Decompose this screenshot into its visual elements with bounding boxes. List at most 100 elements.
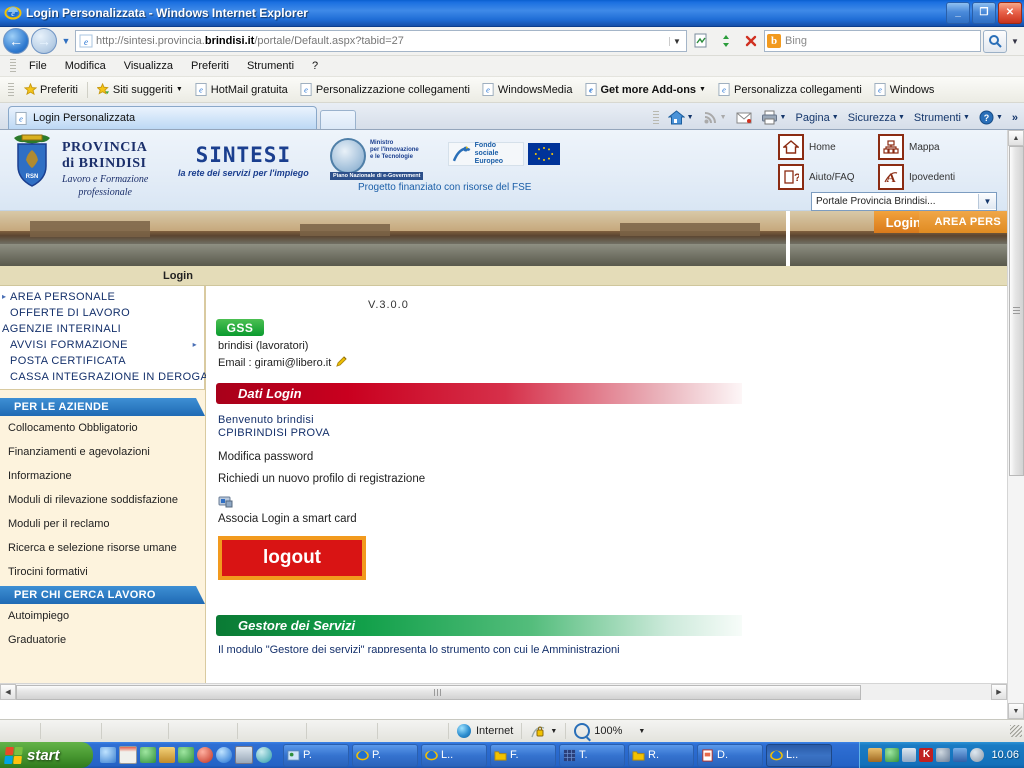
- maximize-button[interactable]: ❐: [972, 2, 996, 24]
- sidebar-link-ricerca-selezione[interactable]: Ricerca e selezione risorse umane: [0, 536, 205, 560]
- security-zone[interactable]: Internet: [449, 723, 523, 739]
- scroll-up-button[interactable]: ▲: [1008, 130, 1024, 146]
- sidebar-link-collocamento[interactable]: Collocamento Obbligatorio: [0, 416, 205, 440]
- start-button[interactable]: start: [0, 742, 93, 768]
- sidebar-item-offerte-di-lavoro[interactable]: OFFERTE DI LAVORO: [0, 305, 204, 321]
- link-associa-smartcard[interactable]: Associa Login a smart card: [218, 513, 357, 525]
- link-modifica-password[interactable]: Modifica password: [218, 451, 313, 463]
- zoom-control[interactable]: 100% ▼: [566, 723, 653, 739]
- tool-icon[interactable]: [159, 747, 175, 763]
- horizontal-scroll-thumb[interactable]: [16, 684, 861, 700]
- command-overflow-button[interactable]: »: [1008, 110, 1022, 126]
- phone-icon[interactable]: [178, 747, 194, 763]
- recent-pages-caret[interactable]: ▼: [59, 36, 73, 46]
- search-input[interactable]: b Bing: [764, 30, 981, 52]
- minimize-button[interactable]: _: [946, 2, 970, 24]
- window-icon[interactable]: [235, 746, 253, 764]
- topnav-ipovedenti[interactable]: A Ipovedenti: [878, 164, 960, 190]
- search-button[interactable]: [983, 29, 1007, 53]
- window-resize-grip[interactable]: [1010, 725, 1022, 737]
- back-button[interactable]: ←: [3, 28, 29, 54]
- sidebar-link-autoimpiego[interactable]: Autoimpiego: [0, 604, 205, 628]
- read-mail-button[interactable]: [732, 109, 756, 126]
- horizontal-scrollbar[interactable]: ◀ ▶: [0, 683, 1007, 700]
- sidebar-item-area-personale[interactable]: ▸ AREA PERSONALE: [0, 289, 204, 305]
- menu-help[interactable]: ?: [303, 58, 327, 74]
- menu-modifica[interactable]: Modifica: [56, 58, 115, 74]
- calendar-icon[interactable]: [119, 746, 137, 764]
- refresh-icon[interactable]: [714, 30, 737, 53]
- new-tab-button[interactable]: [320, 110, 356, 129]
- favbar-item-personalizzazione-collegamenti[interactable]: e Personalizzazione collegamenti: [294, 83, 476, 96]
- taskbar-button[interactable]: D.: [697, 743, 763, 767]
- banner-area-personale[interactable]: AREA PERS: [918, 211, 1007, 233]
- protected-mode-indicator[interactable]: ▼: [522, 723, 567, 739]
- close-button[interactable]: ✕: [998, 2, 1022, 24]
- favbar-item-windows[interactable]: e Windows: [868, 83, 941, 96]
- favbar-grip[interactable]: [8, 82, 14, 97]
- print-button[interactable]: ▼: [757, 108, 791, 127]
- menu-sicurezza[interactable]: Sicurezza ▼: [844, 110, 909, 126]
- menu-pagina[interactable]: Pagina ▼: [791, 110, 842, 126]
- topnav-aiuto-faq[interactable]: ? Aiuto/FAQ: [778, 164, 860, 190]
- sidebar-link-finanziamenti[interactable]: Finanziamenti e agevolazioni: [0, 440, 205, 464]
- display-icon[interactable]: [953, 748, 968, 762]
- vertical-scrollbar[interactable]: ▲ ▼: [1007, 130, 1024, 719]
- editor-icon[interactable]: [140, 747, 156, 763]
- compatibility-view-icon[interactable]: [689, 30, 712, 53]
- antivirus-icon[interactable]: K: [919, 748, 934, 762]
- topnav-mappa[interactable]: Mappa: [878, 134, 960, 160]
- menu-visualizza[interactable]: Visualizza: [115, 58, 182, 74]
- update-icon[interactable]: [885, 748, 900, 762]
- taskbar-button[interactable]: P.: [352, 743, 418, 767]
- favbar-item-hotmail[interactable]: e HotMail gratuita: [189, 83, 294, 96]
- taskbar-button[interactable]: L..: [421, 743, 487, 767]
- feeds-button[interactable]: ▼: [699, 108, 731, 127]
- volume-icon[interactable]: [970, 748, 985, 762]
- address-dropdown-icon[interactable]: ▼: [669, 36, 684, 46]
- scroll-right-button[interactable]: ▶: [991, 684, 1007, 700]
- portal-select[interactable]: Portale Provincia Brindisi... ▼: [811, 192, 997, 211]
- favbar-item-windowsmedia[interactable]: e WindowsMedia: [476, 83, 579, 96]
- taskbar-clock[interactable]: 10.06: [991, 749, 1019, 761]
- network-icon[interactable]: [936, 748, 951, 762]
- taskbar-button[interactable]: T.: [559, 743, 625, 767]
- sidebar-link-tirocini[interactable]: Tirocini formativi: [0, 560, 205, 584]
- favbar-item-siti-suggeriti[interactable]: Siti suggeriti ▼: [91, 83, 189, 96]
- sidebar-item-agenzie-interinali[interactable]: AGENZIE INTERINALI: [0, 321, 204, 337]
- record-icon[interactable]: [197, 747, 213, 763]
- browser-icon[interactable]: [216, 747, 232, 763]
- cmdbar-grip[interactable]: [652, 110, 659, 125]
- taskbar-button-active[interactable]: L..: [766, 743, 832, 767]
- favbar-item-personalizza-collegamenti[interactable]: e Personalizza collegamenti: [712, 83, 868, 96]
- menu-grip[interactable]: [10, 59, 16, 73]
- mail-icon[interactable]: [902, 748, 917, 762]
- stop-icon[interactable]: [739, 30, 762, 53]
- smartcard-icon[interactable]: [218, 494, 233, 508]
- search-provider-caret[interactable]: ▼: [1009, 37, 1021, 46]
- scroll-left-button[interactable]: ◀: [0, 684, 16, 700]
- sidebar-link-moduli-reclamo[interactable]: Moduli per il reclamo: [0, 512, 205, 536]
- logout-button[interactable]: logout: [218, 536, 366, 580]
- calc-icon[interactable]: [868, 748, 883, 762]
- sidebar-item-avvisi-formazione[interactable]: AVVISI FORMAZIONE ▸: [0, 337, 204, 353]
- topnav-home[interactable]: Home: [778, 134, 860, 160]
- forward-button[interactable]: →: [31, 28, 57, 54]
- sidebar-link-moduli-rilevazione[interactable]: Moduli di rilevazione soddisfazione: [0, 488, 205, 512]
- menu-file[interactable]: File: [20, 58, 56, 74]
- pencil-icon[interactable]: [335, 355, 348, 371]
- vertical-scroll-track[interactable]: [1008, 146, 1024, 703]
- scroll-down-button[interactable]: ▼: [1008, 703, 1024, 719]
- link-nuovo-profilo[interactable]: Richiedi un nuovo profilo di registrazio…: [218, 473, 425, 485]
- taskbar-button[interactable]: R.: [628, 743, 694, 767]
- sidebar-link-informazione[interactable]: Informazione: [0, 464, 205, 488]
- home-button[interactable]: ▼: [664, 108, 698, 127]
- sidebar-item-posta-certificata[interactable]: POSTA CERTIFICATA: [0, 353, 204, 369]
- sidebar-link-graduatorie[interactable]: Graduatorie: [0, 628, 205, 652]
- tab-login-personalizzata[interactable]: e Login Personalizzata: [8, 106, 317, 129]
- address-bar[interactable]: e http://sintesi.provincia.brindisi.it/p…: [75, 30, 687, 52]
- favorites-button[interactable]: Preferiti: [18, 83, 84, 96]
- menu-preferiti[interactable]: Preferiti: [182, 58, 238, 74]
- menu-strumenti-cmd[interactable]: Strumenti ▼: [910, 110, 974, 126]
- help-button[interactable]: ? ▼: [975, 108, 1007, 127]
